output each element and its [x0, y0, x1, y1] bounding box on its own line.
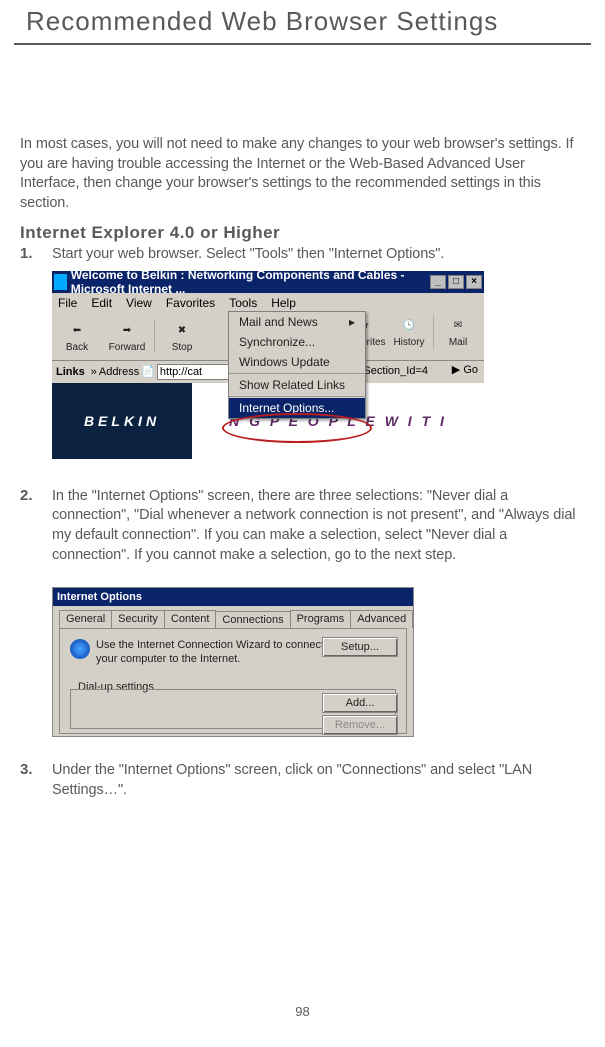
wizard-icon: [70, 639, 90, 659]
step-2-number: 2.: [20, 487, 52, 565]
step-1-number: 1.: [20, 245, 52, 265]
menu-help[interactable]: Help: [271, 293, 296, 313]
tab-advanced[interactable]: Advanced: [350, 610, 413, 628]
remove-button[interactable]: Remove...: [322, 715, 398, 735]
menu-separator-2: [229, 396, 365, 397]
forward-button[interactable]: ➡Forward: [102, 320, 152, 353]
tab-programs[interactable]: Programs: [290, 610, 352, 628]
close-icon[interactable]: ×: [466, 275, 482, 289]
step-3: 3. Under the "Internet Options" screen, …: [20, 761, 585, 800]
menu-edit[interactable]: Edit: [91, 293, 112, 313]
step-3-text: Under the "Internet Options" screen, cli…: [52, 761, 585, 800]
toolbar-separator: [154, 319, 155, 353]
page-number: 98: [295, 1004, 309, 1019]
step-3-number: 3.: [20, 761, 52, 800]
menu-view[interactable]: View: [126, 293, 152, 313]
back-button[interactable]: ⬅Back: [52, 320, 102, 353]
step-2: 2. In the "Internet Options" screen, the…: [20, 487, 585, 565]
menu-favorites[interactable]: Favorites: [166, 293, 215, 313]
menu-separator: [229, 373, 365, 374]
history-button[interactable]: 🕓History: [387, 315, 431, 349]
wizard-text: Use the Internet Connection Wizard to co…: [96, 639, 326, 667]
connections-panel: Use the Internet Connection Wizard to co…: [59, 628, 407, 734]
belkin-logo: BELKIN: [52, 383, 192, 459]
menu-internet-options[interactable]: Internet Options...: [229, 398, 365, 418]
menu-synchronize[interactable]: Synchronize...: [229, 332, 365, 352]
setup-button[interactable]: Setup...: [322, 637, 398, 657]
menu-windows-update[interactable]: Windows Update: [229, 352, 365, 372]
tools-dropdown: Mail and News▸ Synchronize... Windows Up…: [228, 311, 366, 419]
tab-row: General Security Content Connections Pro…: [53, 606, 413, 628]
add-button[interactable]: Add...: [322, 693, 398, 713]
go-button[interactable]: ▶ Go: [452, 363, 478, 376]
maximize-icon[interactable]: □: [448, 275, 464, 289]
minimize-icon[interactable]: _: [430, 275, 446, 289]
back-label: Back: [52, 342, 102, 353]
dialog-title: Internet Options: [53, 588, 413, 606]
links-label[interactable]: Links: [56, 366, 85, 378]
mail-button[interactable]: ✉Mail: [436, 315, 480, 349]
tab-security[interactable]: Security: [111, 610, 165, 628]
step-1: 1. Start your web browser. Select "Tools…: [20, 245, 585, 265]
menu-mail-news-label: Mail and News: [239, 315, 318, 329]
menu-mail-news[interactable]: Mail and News▸: [229, 312, 365, 332]
tab-content[interactable]: Content: [164, 610, 217, 628]
menu-tools[interactable]: Tools: [229, 293, 257, 313]
ie-window-screenshot: Welcome to Belkin : Networking Component…: [52, 271, 484, 459]
address-label: Address: [99, 366, 139, 378]
ie-app-icon: [54, 274, 67, 290]
mail-label: Mail: [436, 337, 480, 348]
go-label: Go: [463, 364, 478, 376]
sub-heading: Internet Explorer 4.0 or Higher: [20, 223, 585, 243]
step-2-text: In the "Internet Options" screen, there …: [52, 487, 585, 565]
history-label: History: [387, 337, 431, 348]
menu-file[interactable]: File: [58, 293, 77, 313]
intro-paragraph: In most cases, you will not need to make…: [20, 135, 585, 213]
stop-label: Stop: [157, 342, 207, 353]
page-title: Recommended Web Browser Settings: [14, 0, 591, 45]
internet-options-screenshot: Internet Options General Security Conten…: [52, 587, 414, 737]
stop-button[interactable]: ✖Stop: [157, 320, 207, 353]
tab-connections[interactable]: Connections: [215, 611, 290, 629]
menu-related-links[interactable]: Show Related Links: [229, 375, 365, 395]
step-1-text: Start your web browser. Select "Tools" t…: [52, 245, 585, 265]
ie-title-text: Welcome to Belkin : Networking Component…: [71, 268, 430, 296]
ie-menubar: File Edit View Favorites Tools Help: [52, 293, 484, 313]
tab-general[interactable]: General: [59, 610, 112, 628]
ie-titlebar: Welcome to Belkin : Networking Component…: [52, 271, 484, 293]
forward-label: Forward: [102, 342, 152, 353]
toolbar-separator-2: [433, 315, 434, 349]
